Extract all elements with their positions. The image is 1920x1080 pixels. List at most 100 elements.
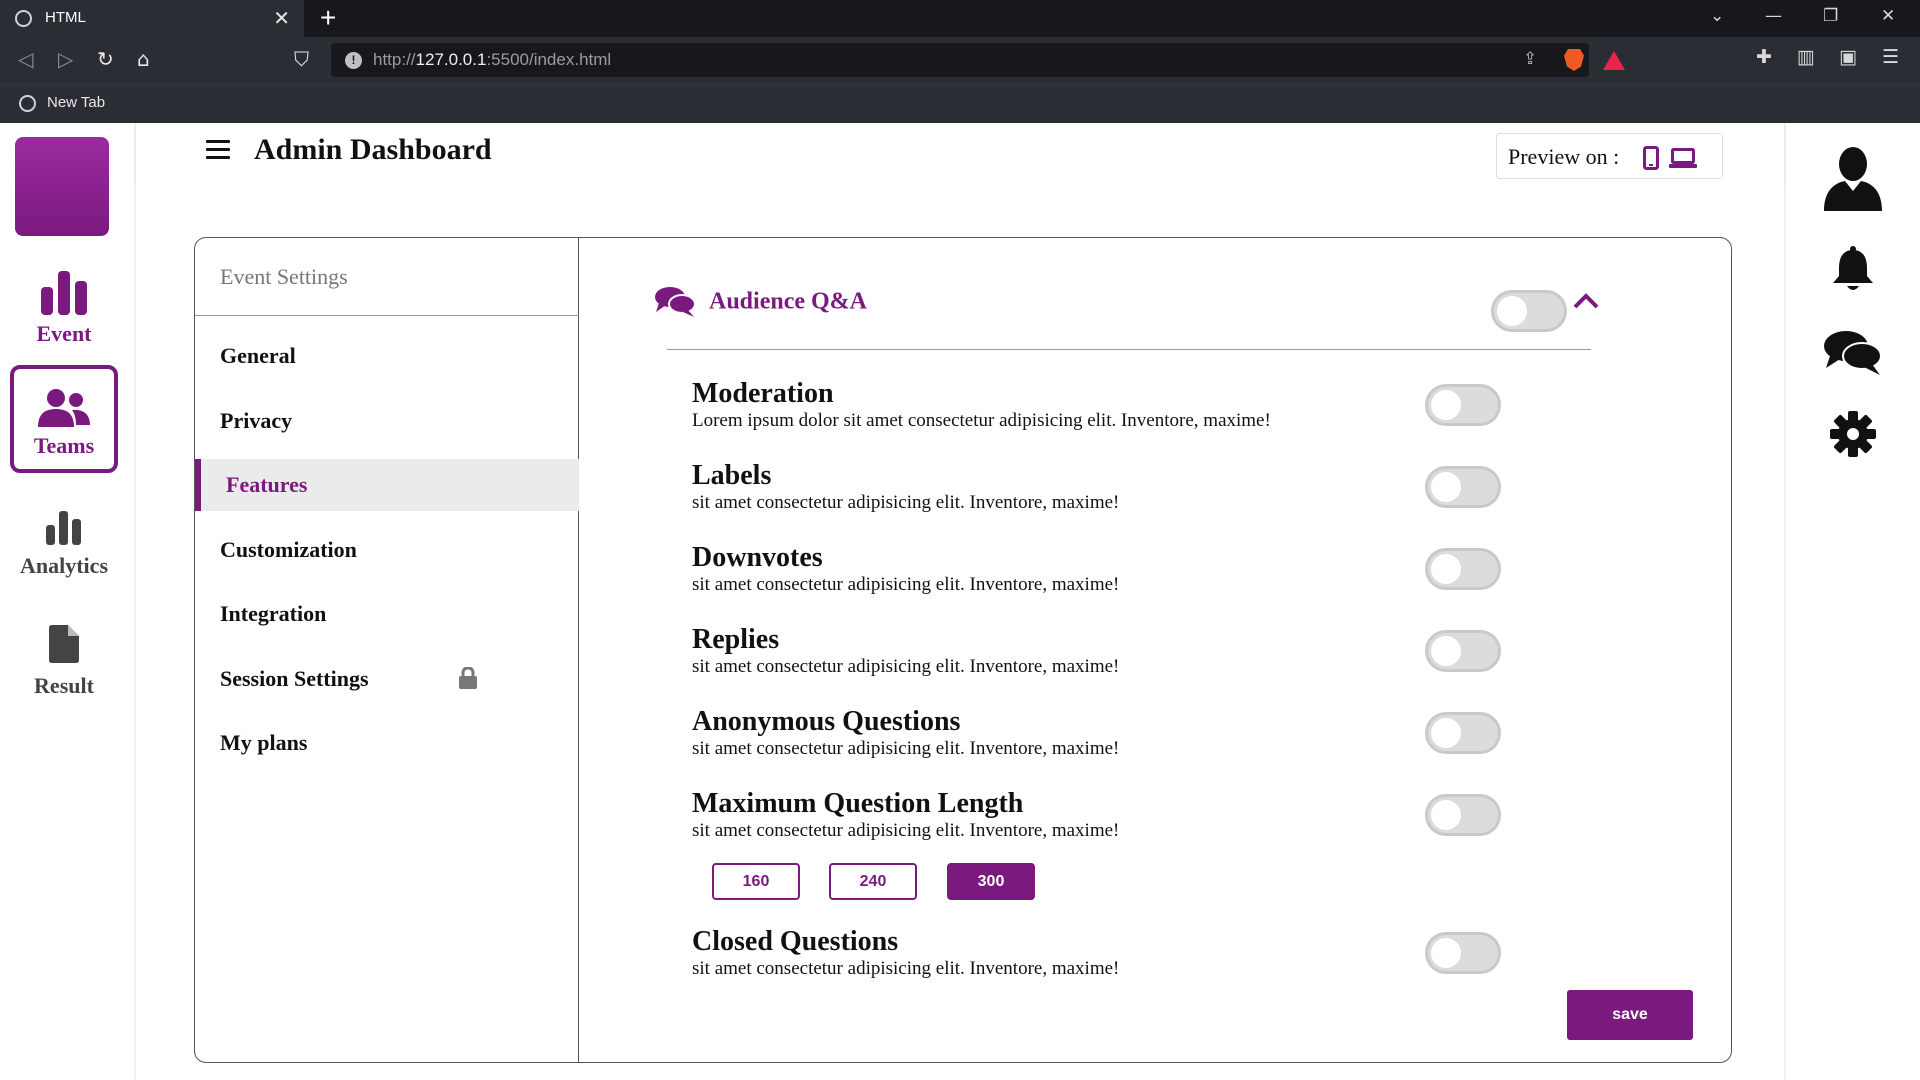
laptop-icon[interactable] [1669, 148, 1697, 168]
browser-toolbar: ◁ ▷ ↻ ⌂ ⛉ ! http://127.0.0.1:5500/index.… [0, 37, 1920, 84]
option-name: Replies [692, 624, 780, 655]
app-logo[interactable] [15, 137, 109, 236]
option-anonymous-questions: Anonymous Questions sit amet consectetur… [692, 706, 1492, 760]
chevron-up-icon[interactable] [1573, 293, 1599, 309]
bookmark-new-tab[interactable]: New Tab [47, 94, 105, 111]
tab-list-chevron-icon[interactable]: ⌄ [1710, 6, 1724, 26]
option-description: sit amet consectetur adipisicing elit. I… [692, 492, 1120, 513]
bookmark-icon[interactable]: ⛉ [294, 47, 309, 71]
option-description: Lorem ipsum dolor sit amet consectetur a… [692, 410, 1271, 431]
length-option-300[interactable]: 300 [947, 863, 1035, 900]
nav-item-result[interactable]: Result [10, 625, 118, 733]
nav-label-event: Event [36, 321, 92, 346]
hamburger-menu-icon[interactable] [206, 140, 230, 160]
option-description: sit amet consectetur adipisicing elit. I… [692, 574, 1120, 595]
sidebar-icon[interactable]: ▥ [1797, 46, 1815, 68]
bar-chart-icon [41, 271, 87, 315]
share-icon[interactable]: ⇪ [1523, 49, 1537, 69]
audience-qa-title: Audience Q&A [709, 288, 867, 315]
brave-rewards-icon[interactable] [1603, 51, 1625, 70]
option-name: Closed Questions [692, 926, 899, 957]
settings-item-customization[interactable]: Customization [195, 524, 579, 576]
nav-item-teams[interactable]: Teams [10, 365, 118, 473]
right-sidebar [1786, 123, 1920, 1080]
bookmarks-bar: New Tab [0, 84, 1920, 123]
main-content: Event Settings General Privacy Features … [136, 186, 1784, 1080]
option-closed-questions: Closed Questions sit amet consectetur ad… [692, 926, 1492, 980]
comments-icon[interactable] [1824, 330, 1882, 376]
tab-close-button[interactable]: ✕ [273, 6, 290, 31]
globe-icon [15, 10, 32, 27]
mobile-icon[interactable] [1643, 146, 1659, 170]
wallet-icon[interactable]: ▣ [1839, 46, 1857, 68]
maximum-question-length-toggle[interactable] [1425, 794, 1501, 836]
browser-tab[interactable]: HTML ✕ [0, 0, 304, 37]
divider [667, 349, 1591, 350]
labels-toggle[interactable] [1425, 466, 1501, 508]
length-option-160[interactable]: 160 [712, 863, 800, 900]
settings-item-features[interactable]: Features [195, 459, 579, 511]
comments-icon [655, 287, 696, 317]
nav-label-result: Result [34, 673, 94, 698]
restore-button[interactable]: ❐ [1823, 6, 1838, 26]
nav-item-event[interactable]: Event [10, 271, 118, 379]
settings-item-general[interactable]: General [195, 330, 579, 382]
bell-icon[interactable] [1832, 246, 1874, 292]
gear-icon[interactable] [1830, 411, 1876, 457]
option-name: Moderation [692, 378, 834, 409]
new-tab-button[interactable]: + [320, 2, 336, 34]
reload-button[interactable]: ↻ [97, 47, 114, 71]
left-sidebar: Event Teams Analytics Result [0, 123, 134, 1080]
settings-item-session-settings[interactable]: Session Settings [195, 653, 579, 705]
anonymous-questions-toggle[interactable] [1425, 712, 1501, 754]
preview-selector: Preview on : [1496, 133, 1723, 179]
menu-icon[interactable]: ☰ [1882, 46, 1899, 68]
option-description: sit amet consectetur adipisicing elit. I… [692, 958, 1120, 979]
option-replies: Replies sit amet consectetur adipisicing… [692, 624, 1492, 678]
page-title: Admin Dashboard [254, 133, 492, 166]
save-button[interactable]: save [1567, 990, 1693, 1040]
user-icon[interactable] [1824, 147, 1882, 211]
option-description: sit amet consectetur adipisicing elit. I… [692, 820, 1120, 841]
lock-icon [459, 667, 477, 689]
app-header: Admin Dashboard Preview on : [136, 123, 1784, 186]
settings-card: Event Settings General Privacy Features … [194, 237, 1732, 1063]
forward-button[interactable]: ▷ [58, 47, 73, 71]
replies-toggle[interactable] [1425, 630, 1501, 672]
minimize-button[interactable]: — [1765, 6, 1782, 26]
address-bar[interactable]: ! http://127.0.0.1:5500/index.html ⇪ [331, 43, 1625, 77]
tab-title: HTML [45, 9, 86, 26]
extensions-icon[interactable]: ✚ [1756, 46, 1772, 68]
audience-qa-toggle[interactable] [1491, 290, 1567, 332]
audience-qa-heading: Audience Q&A [655, 286, 867, 318]
option-name: Labels [692, 460, 772, 491]
closed-questions-toggle[interactable] [1425, 932, 1501, 974]
users-icon [38, 389, 90, 427]
moderation-toggle[interactable] [1425, 384, 1501, 426]
url-text: http://127.0.0.1:5500/index.html [373, 50, 612, 69]
settings-item-my-plans[interactable]: My plans [195, 717, 579, 769]
option-description: sit amet consectetur adipisicing elit. I… [692, 656, 1120, 677]
length-option-240[interactable]: 240 [829, 863, 917, 900]
analytics-icon [46, 511, 81, 545]
event-settings-heading: Event Settings [195, 238, 579, 316]
settings-item-privacy[interactable]: Privacy [195, 395, 579, 447]
browser-tab-bar: HTML ✕ + ⌄ — ❐ ✕ [0, 0, 1920, 37]
file-icon [49, 625, 79, 663]
back-button[interactable]: ◁ [18, 47, 33, 71]
option-name: Downvotes [692, 542, 823, 573]
site-info-icon[interactable]: ! [345, 52, 362, 69]
option-moderation: Moderation Lorem ipsum dolor sit amet co… [692, 378, 1492, 432]
nav-label-teams: Teams [33, 433, 95, 458]
preview-label: Preview on : [1508, 144, 1620, 169]
nav-item-analytics[interactable]: Analytics [10, 511, 118, 619]
option-labels: Labels sit amet consectetur adipisicing … [692, 460, 1492, 514]
window-close-button[interactable]: ✕ [1881, 6, 1895, 26]
option-name: Maximum Question Length [692, 788, 1024, 819]
event-settings-nav: Event Settings General Privacy Features … [195, 238, 579, 1062]
brave-shield-icon[interactable] [1564, 49, 1584, 71]
home-button[interactable]: ⌂ [137, 47, 150, 71]
option-maximum-question-length: Maximum Question Length sit amet consect… [692, 788, 1492, 842]
downvotes-toggle[interactable] [1425, 548, 1501, 590]
settings-item-integration[interactable]: Integration [195, 588, 579, 640]
